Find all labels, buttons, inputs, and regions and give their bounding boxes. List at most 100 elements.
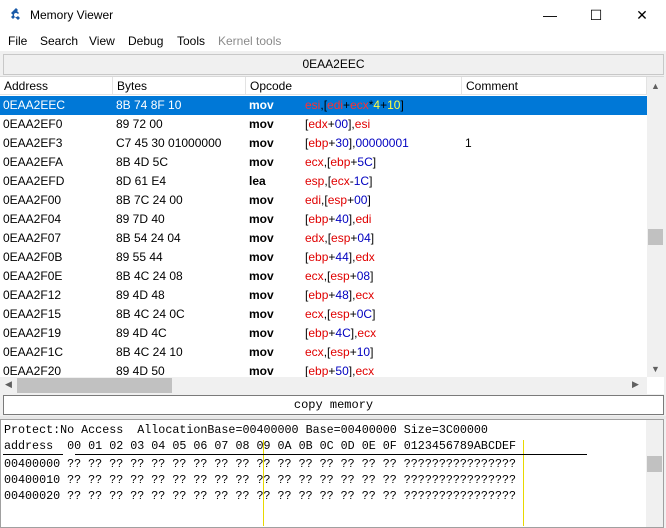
operand-token: ecx bbox=[305, 307, 324, 321]
bytes-underline bbox=[75, 454, 587, 455]
disassembly-row[interactable]: 0EAA2F04 89 7D 40 mov [ebp+40],edi bbox=[0, 210, 647, 229]
scroll-up-icon[interactable]: ▲ bbox=[651, 81, 660, 91]
row-bytes: 8B 4C 24 08 bbox=[116, 269, 183, 283]
vertical-scrollbar[interactable]: ▲ ▼ bbox=[647, 77, 664, 377]
disassembly-row[interactable]: 0EAA2F1C 8B 4C 24 10 mov ecx,[esp+10] bbox=[0, 343, 647, 362]
disassembly-row[interactable]: 0EAA2F19 89 4D 4C mov [ebp+4C],ecx bbox=[0, 324, 647, 343]
operand-token: esp bbox=[331, 231, 351, 245]
operand-token: 08 bbox=[356, 269, 371, 283]
column-header-bytes[interactable]: Bytes bbox=[113, 77, 246, 95]
operand-token: ebp bbox=[308, 212, 329, 226]
operand-token: edi bbox=[305, 193, 322, 207]
row-bytes: 8B 74 8F 10 bbox=[116, 98, 182, 112]
disassembly-row[interactable]: 0EAA2F00 8B 7C 24 00 mov edi,[esp+00] bbox=[0, 191, 647, 210]
row-operands: [ebp+48],ecx bbox=[305, 286, 374, 305]
operand-token: ] bbox=[369, 174, 373, 188]
row-mnemonic: mov bbox=[249, 307, 274, 321]
operand-token: ] bbox=[367, 193, 371, 207]
disassembly-row[interactable]: 0EAA2F0B 89 55 44 mov [ebp+44],edx bbox=[0, 248, 647, 267]
operand-token: 1C bbox=[353, 174, 370, 188]
operand-token: ebp bbox=[308, 288, 329, 302]
operand-token: ebp bbox=[308, 326, 329, 340]
address-underline bbox=[3, 454, 63, 455]
disassembly-row[interactable]: 0EAA2EEC 8B 74 8F 10 mov esi,[edi+ecx*4+10] bbox=[0, 96, 647, 115]
hex-vertical-scrollbar[interactable] bbox=[646, 420, 663, 527]
cheat-engine-icon bbox=[11, 8, 20, 20]
operand-token: edi bbox=[355, 212, 372, 226]
operand-token: ebp bbox=[308, 136, 329, 150]
hex-row[interactable]: 00400020 ?? ?? ?? ?? ?? ?? ?? ?? ?? ?? ?… bbox=[4, 489, 516, 503]
row-operands: [ebp+30],00000001 bbox=[305, 134, 409, 153]
operand-token: 40 bbox=[335, 212, 349, 226]
disassembly-row[interactable]: 0EAA2EFD 8D 61 E4 lea esp,[ecx-1C] bbox=[0, 172, 647, 191]
scroll-right-icon[interactable]: ▶ bbox=[632, 379, 639, 390]
disassembly-row[interactable]: 0EAA2F12 89 4D 48 mov [ebp+48],ecx bbox=[0, 286, 647, 305]
menu-kernel-tools[interactable]: Kernel tools bbox=[218, 34, 281, 48]
disassembly-row[interactable]: 0EAA2F15 8B 4C 24 0C mov ecx,[esp+0C] bbox=[0, 305, 647, 324]
row-bytes: 8B 54 24 04 bbox=[116, 231, 181, 245]
row-bytes: 89 4D 48 bbox=[116, 288, 165, 302]
disassembler-view[interactable]: Address Bytes Opcode Comment 0EAA2EEC 8B … bbox=[0, 76, 664, 394]
operand-token: esp bbox=[327, 193, 348, 207]
disassembly-row[interactable]: 0EAA2F07 8B 54 24 04 mov edx,[esp+04] bbox=[0, 229, 647, 248]
operand-token: esp bbox=[330, 307, 350, 321]
operand-token: 04 bbox=[357, 231, 371, 245]
hex-row[interactable]: 00400010 ?? ?? ?? ?? ?? ?? ?? ?? ?? ?? ?… bbox=[4, 473, 516, 487]
row-bytes: 8B 7C 24 00 bbox=[116, 193, 183, 207]
horizontal-scroll-thumb[interactable] bbox=[17, 378, 172, 393]
row-bytes: 89 7D 40 bbox=[116, 212, 165, 226]
operand-token: ebp bbox=[330, 155, 351, 169]
menu-view[interactable]: View bbox=[89, 34, 115, 48]
row-operands: [ebp+40],edi bbox=[305, 210, 371, 229]
disassembly-row[interactable]: 0EAA2EFA 8B 4D 5C mov ecx,[ebp+5C] bbox=[0, 153, 647, 172]
scroll-down-icon[interactable]: ▼ bbox=[651, 364, 660, 374]
row-mnemonic: mov bbox=[249, 193, 274, 207]
row-operands: ecx,[esp+10] bbox=[305, 343, 373, 362]
copy-memory-button[interactable]: copy memory bbox=[3, 395, 664, 415]
minimize-button[interactable]: — bbox=[527, 0, 573, 30]
operand-token: edi bbox=[327, 98, 344, 112]
operand-token: esi bbox=[354, 117, 371, 131]
column-header-opcode[interactable]: Opcode bbox=[246, 77, 462, 95]
row-address: 0EAA2F12 bbox=[3, 288, 62, 302]
menu-search[interactable]: Search bbox=[40, 34, 78, 48]
row-comment: 1 bbox=[465, 136, 472, 150]
row-address: 0EAA2F00 bbox=[3, 193, 62, 207]
hex-scroll-thumb[interactable] bbox=[647, 456, 662, 472]
operand-token: ecx bbox=[331, 174, 350, 188]
hex-view[interactable]: Protect:No Access AllocationBase=0040000… bbox=[0, 419, 664, 528]
address-bar[interactable]: 0EAA2EEC bbox=[3, 54, 664, 75]
operand-token: 00000001 bbox=[355, 136, 409, 150]
operand-token: ebp bbox=[308, 250, 329, 264]
disassembly-row[interactable]: 0EAA2F0E 8B 4C 24 08 mov ecx,[esp+08] bbox=[0, 267, 647, 286]
row-bytes: 8D 61 E4 bbox=[116, 174, 167, 188]
operand-token: esi bbox=[305, 98, 321, 112]
scroll-thumb[interactable] bbox=[648, 229, 663, 245]
operand-token: ] bbox=[372, 307, 376, 321]
column-header-comment[interactable]: Comment bbox=[462, 77, 647, 95]
row-bytes: 89 55 44 bbox=[116, 250, 163, 264]
menu-debug[interactable]: Debug bbox=[128, 34, 163, 48]
operand-token: 00 bbox=[334, 117, 349, 131]
row-operands: [ebp+4C],ecx bbox=[305, 324, 376, 343]
close-button[interactable]: ✕ bbox=[619, 0, 665, 30]
operand-token: ecx bbox=[355, 288, 375, 302]
disassembly-row[interactable]: 0EAA2EF0 89 72 00 mov [edx+00],esi bbox=[0, 115, 647, 134]
row-mnemonic: mov bbox=[249, 345, 274, 359]
row-address: 0EAA2F1C bbox=[3, 345, 64, 359]
operand-token: + bbox=[349, 269, 357, 283]
operand-token: 30 bbox=[335, 136, 349, 150]
row-bytes: 8B 4D 5C bbox=[116, 155, 169, 169]
disassembly-row[interactable]: 0EAA2EF3 C7 45 30 01000000 mov [ebp+30],000… bbox=[0, 134, 647, 153]
menu-tools[interactable]: Tools bbox=[177, 34, 205, 48]
maximize-button[interactable]: ☐ bbox=[573, 0, 619, 30]
row-bytes: 89 72 00 bbox=[116, 117, 163, 131]
scroll-left-icon[interactable]: ◀ bbox=[5, 379, 12, 390]
row-mnemonic: lea bbox=[249, 174, 266, 188]
hex-row[interactable]: 00400000 ?? ?? ?? ?? ?? ?? ?? ?? ?? ?? ?… bbox=[4, 457, 516, 471]
operand-token: ebp bbox=[308, 364, 329, 378]
operand-token: esp bbox=[330, 345, 350, 359]
horizontal-scrollbar[interactable]: ◀ ▶ bbox=[0, 377, 647, 394]
column-header-address[interactable]: Address bbox=[0, 77, 113, 95]
menu-file[interactable]: File bbox=[8, 34, 27, 48]
